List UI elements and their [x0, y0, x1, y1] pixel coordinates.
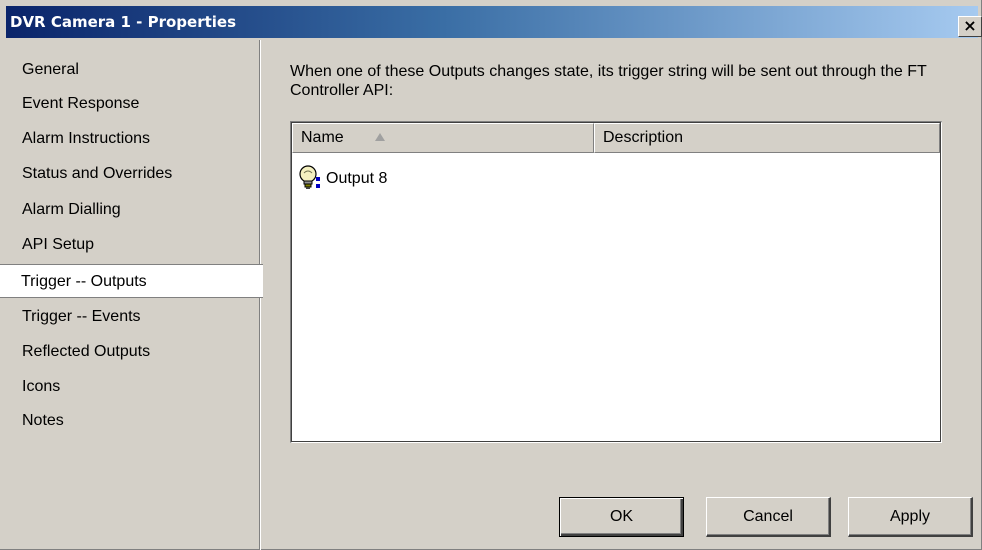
outputs-list[interactable]: Name Description Output 8: [290, 121, 942, 443]
nav-item-label: Status and Overrides: [22, 165, 173, 182]
title-bar[interactable]: DVR Camera 1 - Properties ×: [6, 6, 982, 38]
close-icon: ×: [963, 16, 977, 35]
page-description: When one of these Outputs changes state,…: [290, 63, 927, 99]
nav-item-label: Trigger -- Outputs: [21, 273, 147, 290]
nav-item-general[interactable]: General: [0, 53, 259, 87]
column-header-label: Name: [301, 129, 344, 146]
column-header-label: Description: [603, 129, 684, 146]
nav-item-status-and-overrides[interactable]: Status and Overrides: [0, 157, 259, 191]
list-item-name: Output 8: [326, 170, 388, 187]
nav-item-label: Reflected Outputs: [22, 343, 151, 360]
nav-item-label: Icons: [22, 378, 61, 395]
nav-item-label: General: [22, 61, 79, 78]
apply-button[interactable]: Apply: [848, 497, 973, 537]
nav-item-label: API Setup: [22, 236, 95, 253]
sort-ascending-icon: [375, 133, 385, 141]
nav-item-reflected-outputs[interactable]: Reflected Outputs: [0, 335, 259, 369]
nav-item-label: Alarm Instructions: [22, 130, 151, 147]
cancel-button[interactable]: Cancel: [706, 497, 831, 537]
nav-item-trigger-events[interactable]: Trigger -- Events: [0, 300, 259, 334]
window-title: DVR Camera 1 - Properties: [10, 13, 237, 31]
nav-item-label: Trigger -- Events: [22, 308, 141, 325]
nav-item-label: Notes: [22, 412, 64, 429]
column-header-description[interactable]: Description: [594, 123, 940, 153]
nav-item-label: Alarm Dialling: [22, 201, 121, 218]
nav-item-label: Event Response: [22, 95, 140, 112]
column-header-name[interactable]: Name: [292, 123, 594, 153]
nav-item-event-response[interactable]: Event Response: [0, 87, 259, 121]
nav-item-alarm-dialling[interactable]: Alarm Dialling: [0, 193, 259, 227]
nav-item-trigger-outputs[interactable]: Trigger -- Outputs: [0, 264, 263, 298]
ok-button[interactable]: OK: [559, 497, 684, 537]
nav-item-notes[interactable]: Notes: [0, 404, 259, 438]
nav-item-alarm-instructions[interactable]: Alarm Instructions: [0, 122, 259, 156]
list-item[interactable]: Output 8: [298, 165, 598, 193]
close-button[interactable]: ×: [958, 16, 982, 37]
list-header: Name Description: [292, 123, 940, 153]
nav-item-api-setup[interactable]: API Setup: [0, 228, 259, 262]
property-page-list: General Event Response Alarm Instruction…: [0, 40, 263, 550]
light-bulb-icon: [299, 165, 320, 189]
properties-dialog: DVR Camera 1 - Properties × General Even…: [0, 0, 982, 550]
nav-item-icons[interactable]: Icons: [0, 370, 259, 404]
